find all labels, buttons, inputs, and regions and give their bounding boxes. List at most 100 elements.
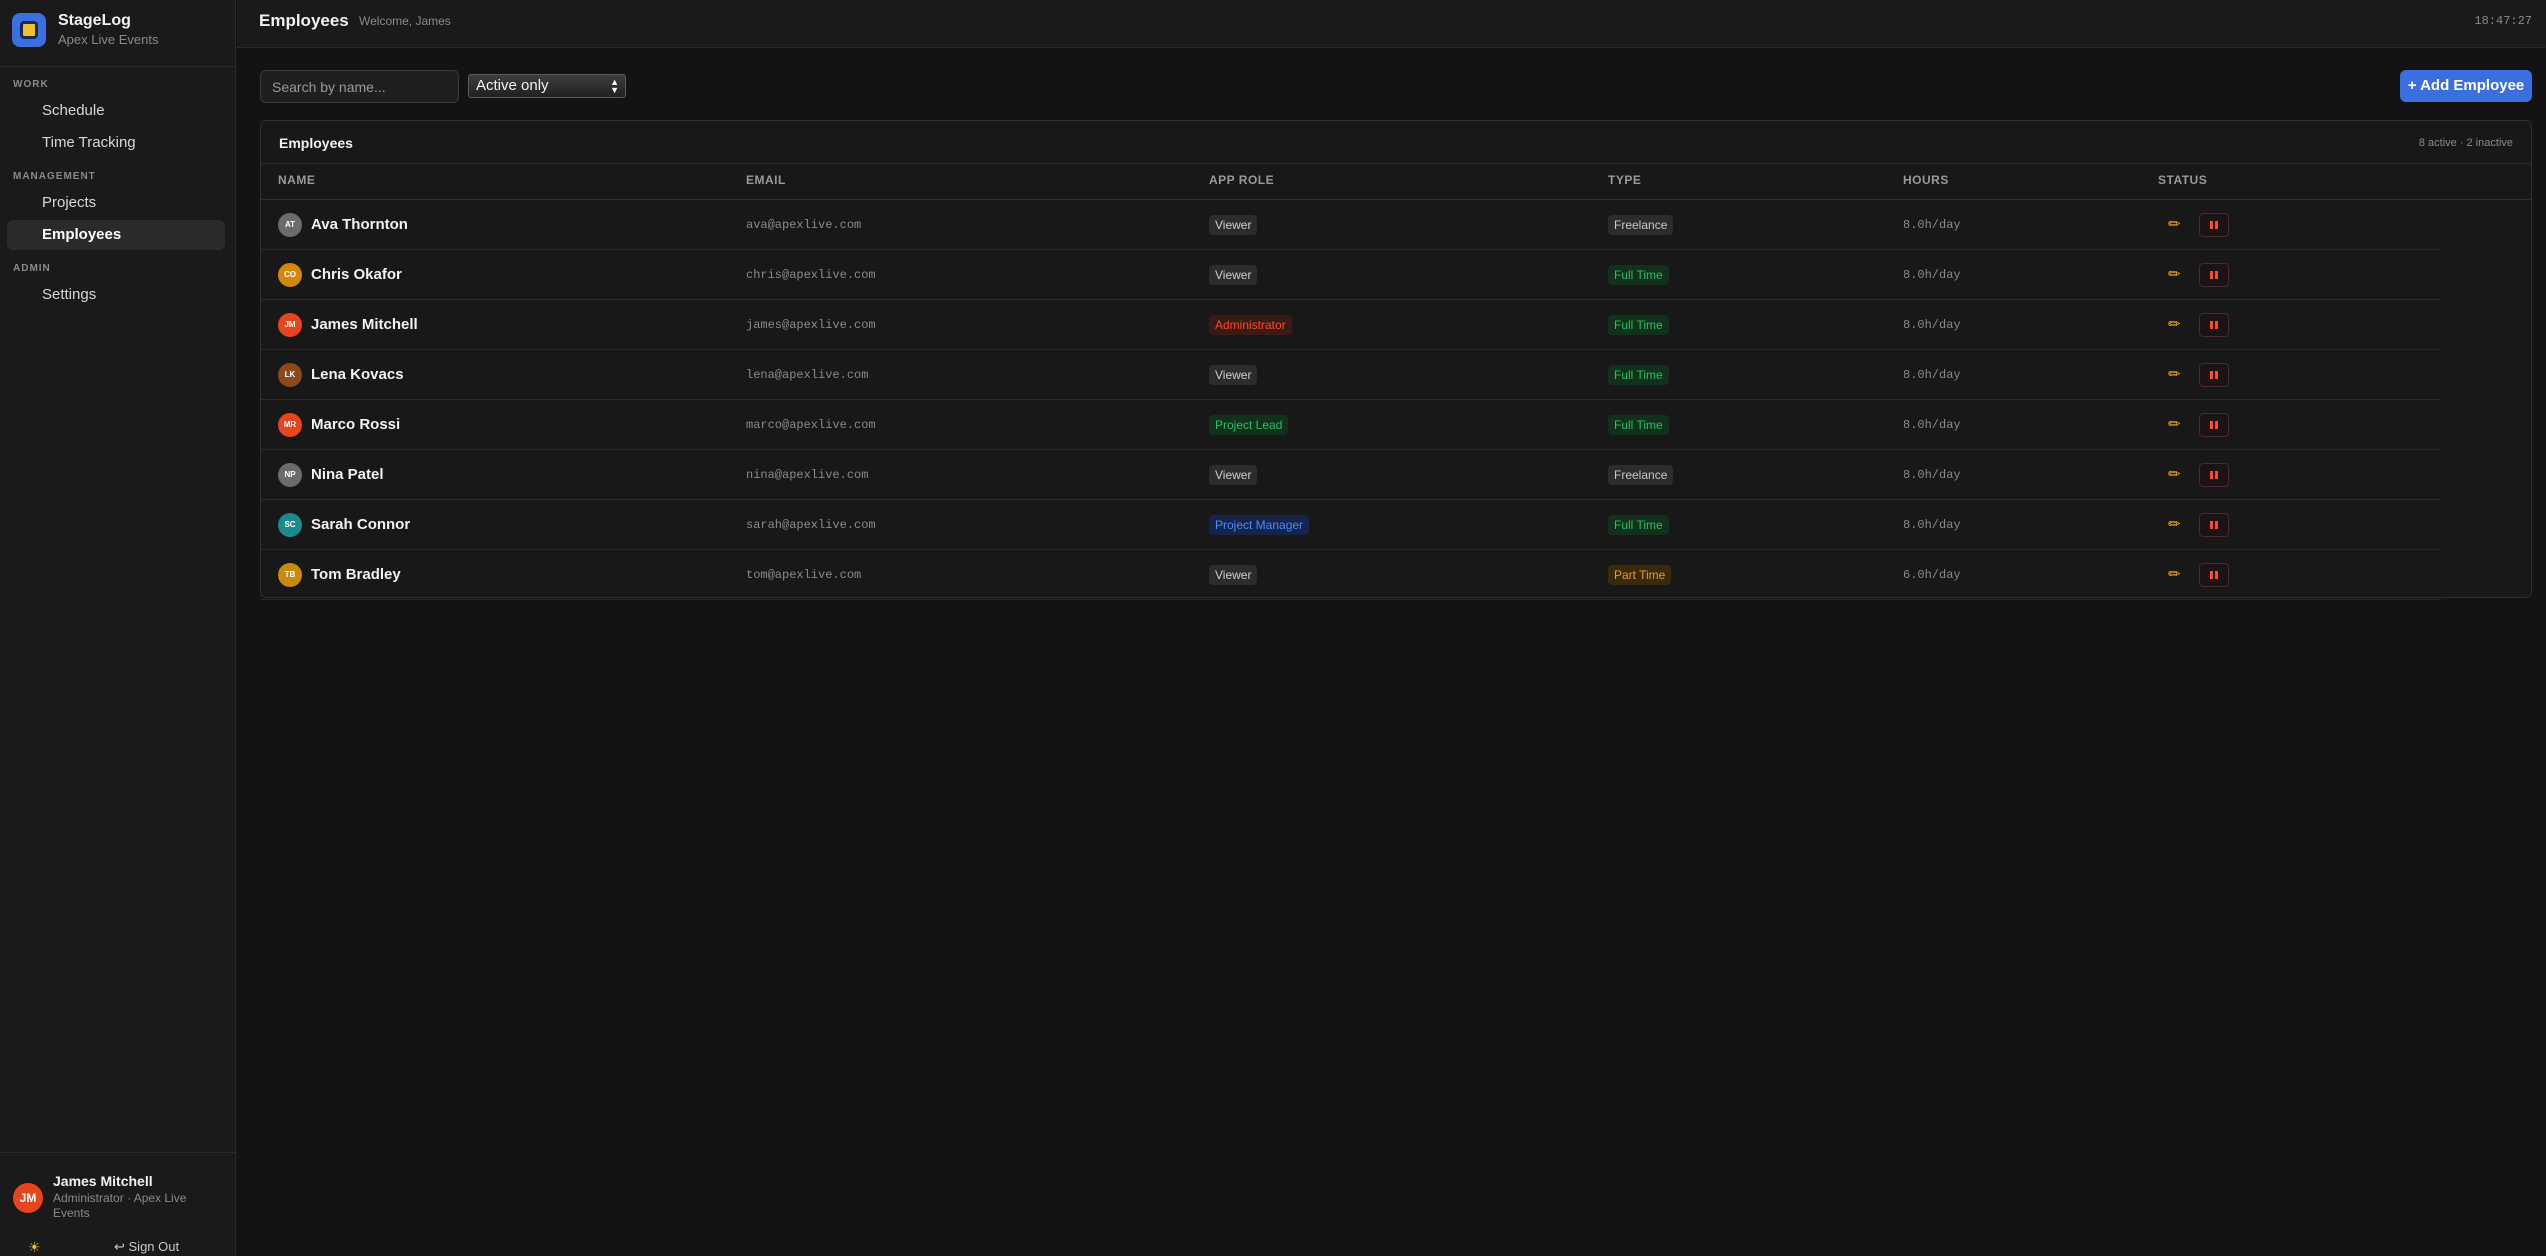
user-block: JM James Mitchell Administrator · Apex L… [0,1152,235,1256]
filter-value: Active only [476,77,549,94]
top-bar: Employees Welcome, James 18:47:27 [237,0,2546,48]
pencil-icon[interactable]: ✏ [2168,515,2181,533]
table-row: SC Sarah Connor sarah@apexlive.com Project … [261,500,2441,550]
column-header-email[interactable]: EMAIL [746,173,786,187]
employee-name[interactable]: Ava Thornton [311,216,408,233]
column-header-type[interactable]: TYPE [1608,173,1641,187]
search-input[interactable] [260,70,459,103]
type-badge: Full Time [1608,515,1669,535]
sidebar: StageLog Apex Live Events WORK Schedule … [0,0,236,1256]
app-logo-icon [12,12,46,47]
avatar: MR [278,413,302,437]
employee-name[interactable]: Nina Patel [311,466,384,483]
pencil-icon[interactable]: ✏ [2168,265,2181,283]
employee-name[interactable]: James Mitchell [311,316,418,333]
pencil-icon[interactable]: ✏ [2168,465,2181,483]
sidebar-item-settings[interactable]: Settings [7,280,225,310]
sidebar-item-employees[interactable]: Employees [7,220,225,250]
table-row: MR Marco Rossi marco@apexlive.com Project L… [261,400,2441,450]
hours-per-day: 6.0h/day [1903,568,1961,582]
deactivate-button[interactable] [2199,563,2229,587]
table-row: AT Ava Thornton ava@apexlive.com Viewer Free… [261,200,2441,250]
deactivate-button[interactable] [2199,263,2229,287]
add-employee-button[interactable]: + Add Employee [2400,70,2532,102]
table-row: CO Chris Okafor chris@apexlive.com Viewer Fu… [261,250,2441,300]
hours-per-day: 8.0h/day [1903,368,1961,382]
avatar: TB [278,563,302,587]
employee-email: tom@apexlive.com [746,568,862,582]
employee-email: ava@apexlive.com [746,218,862,232]
employee-name[interactable]: Sarah Connor [311,516,410,533]
brand-org: Apex Live Events [58,32,159,47]
employee-name[interactable]: Tom Bradley [311,566,401,583]
deactivate-button[interactable] [2199,413,2229,437]
hours-per-day: 8.0h/day [1903,468,1961,482]
pause-icon [2215,421,2218,429]
type-badge: Full Time [1608,315,1669,335]
pause-icon [2215,321,2218,329]
card-title: Employees [279,135,353,151]
pause-icon [2210,471,2213,479]
employee-name[interactable]: Marco Rossi [311,416,400,433]
role-badge: Viewer [1209,265,1258,285]
pencil-icon[interactable]: ✏ [2168,215,2181,233]
column-header-name[interactable]: NAME [278,173,315,187]
pause-icon [2215,271,2218,279]
select-arrows-icon: ▲ ▼ [610,77,619,95]
sidebar-item-schedule[interactable]: Schedule [7,96,225,126]
sign-out-button[interactable]: ↩ Sign Out [114,1239,179,1255]
pause-icon [2215,571,2218,579]
type-badge: Full Time [1608,365,1669,385]
pencil-icon[interactable]: ✏ [2168,415,2181,433]
avatar: CO [278,263,302,287]
sidebar-divider [0,66,235,67]
role-badge: Viewer [1209,365,1258,385]
employee-count: 8 active · 2 inactive [2418,137,2513,149]
role-badge: Administrator [1209,315,1292,335]
role-badge: Viewer [1209,465,1258,485]
column-header-role[interactable]: APP ROLE [1209,173,1274,187]
sun-icon[interactable]: ☀ [28,1239,41,1256]
column-header-status[interactable]: STATUS [2158,173,2207,187]
pencil-icon[interactable]: ✏ [2168,315,2181,333]
avatar: AT [278,213,302,237]
avatar: LK [278,363,302,387]
deactivate-button[interactable] [2199,313,2229,337]
pause-icon [2210,521,2213,529]
type-badge: Full Time [1608,265,1669,285]
status-filter-select[interactable]: Active only ▲ ▼ [468,74,626,98]
table-row: NP Nina Patel nina@apexlive.com Viewer Freel… [261,450,2441,500]
type-badge: Part Time [1608,565,1672,585]
pause-icon [2210,421,2213,429]
pause-icon [2210,221,2213,229]
deactivate-button[interactable] [2199,463,2229,487]
column-header-hours[interactable]: HOURS [1903,173,1949,187]
sidebar-item-projects[interactable]: Projects [7,188,225,218]
page-title: Employees [259,11,349,30]
role-badge: Viewer [1209,215,1258,235]
welcome-text: Welcome, James [359,14,451,28]
pause-icon [2210,321,2213,329]
pause-icon [2210,371,2213,379]
type-badge: Freelance [1608,465,1674,485]
pause-icon [2210,271,2213,279]
pencil-icon[interactable]: ✏ [2168,365,2181,383]
user-name: James Mitchell [53,1173,153,1189]
role-badge: Project Lead [1209,415,1289,435]
sidebar-item-time-tracking[interactable]: Time Tracking [7,128,225,158]
role-badge: Viewer [1209,565,1258,585]
deactivate-button[interactable] [2199,213,2229,237]
deactivate-button[interactable] [2199,513,2229,537]
employee-email: nina@apexlive.com [746,468,869,482]
employee-name[interactable]: Lena Kovacs [311,366,404,383]
avatar: JM [13,1183,43,1213]
pencil-icon[interactable]: ✏ [2168,565,2181,583]
hours-per-day: 8.0h/day [1903,218,1961,232]
pause-icon [2215,471,2218,479]
employee-name[interactable]: Chris Okafor [311,266,402,283]
deactivate-button[interactable] [2199,363,2229,387]
brand[interactable]: StageLog Apex Live Events [12,12,158,47]
clock: 18:47:27 [2474,14,2532,28]
employee-email: james@apexlive.com [746,318,876,332]
employees-table-card: Employees 8 active · 2 inactive NAME EMA… [260,120,2532,600]
